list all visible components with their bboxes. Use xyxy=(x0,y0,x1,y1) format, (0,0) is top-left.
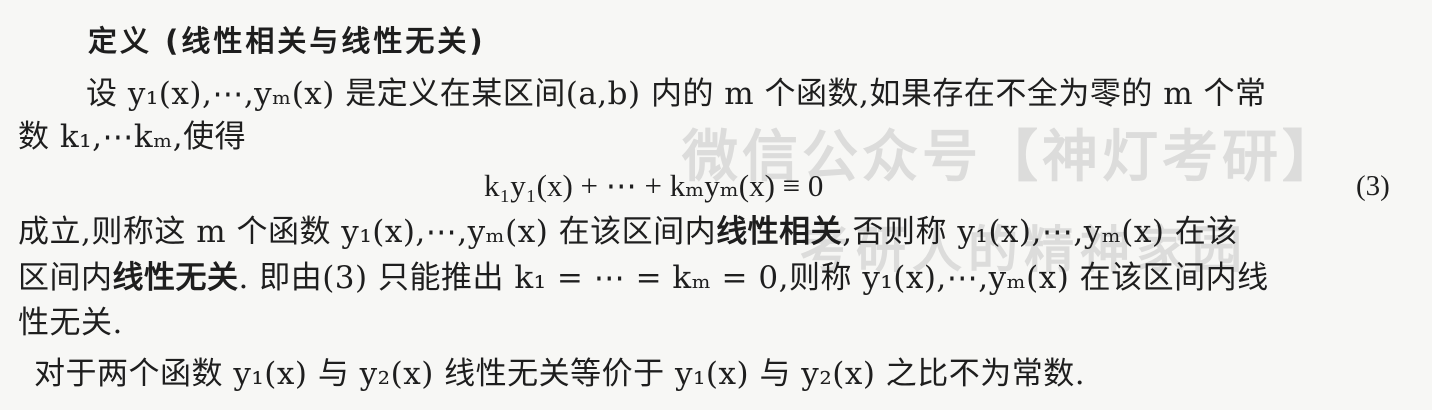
paragraph-1-line-2: 数 k₁,⋯kₘ,使得 xyxy=(18,119,247,155)
paragraph-2-line-2-text-b: . 即由(3) 只能推出 k₁ = ⋯ = kₘ = 0,则称 y₁(x),⋯,… xyxy=(238,260,1269,296)
paragraph-3: 对于两个函数 y₁(x) 与 y₂(x) 线性无关等价于 y₁(x) 与 y₂(… xyxy=(34,356,1086,392)
paragraph-2-line-3: 性无关. xyxy=(18,305,123,341)
paragraph-2-line-2-text-a: 区间内 xyxy=(18,260,113,296)
equation-number: (3) xyxy=(1356,170,1390,202)
equation-3: k₁y₁(x) + ⋯ + kₘyₘ(x) ≡ 0 xyxy=(484,168,824,203)
document-page: 微信公众号【神灯考研】 考研人的精神家园 定义 (线性相关与线性无关) 设 y₁… xyxy=(0,0,1432,410)
paragraph-2-line-2: 区间内线性无关. 即由(3) 只能推出 k₁ = ⋯ = kₘ = 0,则称 y… xyxy=(18,258,1269,298)
paragraph-2-line-1-text-a: 成立,则称这 m 个函数 y₁(x),⋯,yₘ(x) 在该区间内 xyxy=(18,214,717,250)
term-linearly-dependent: 线性相关 xyxy=(716,214,843,250)
paragraph-1-line-1: 设 y₁(x),⋯,yₘ(x) 是定义在某区间(a,b) 内的 m 个函数,如果… xyxy=(86,76,1267,112)
term-linearly-independent: 线性无关 xyxy=(112,260,239,296)
paragraph-2-line-1: 成立,则称这 m 个函数 y₁(x),⋯,yₘ(x) 在该区间内线性相关,否则称… xyxy=(18,212,1238,252)
definition-heading: 定义 (线性相关与线性无关) xyxy=(88,24,486,58)
paragraph-2-line-1-text-b: ,否则称 y₁(x),⋯,yₘ(x) 在该 xyxy=(842,214,1238,250)
